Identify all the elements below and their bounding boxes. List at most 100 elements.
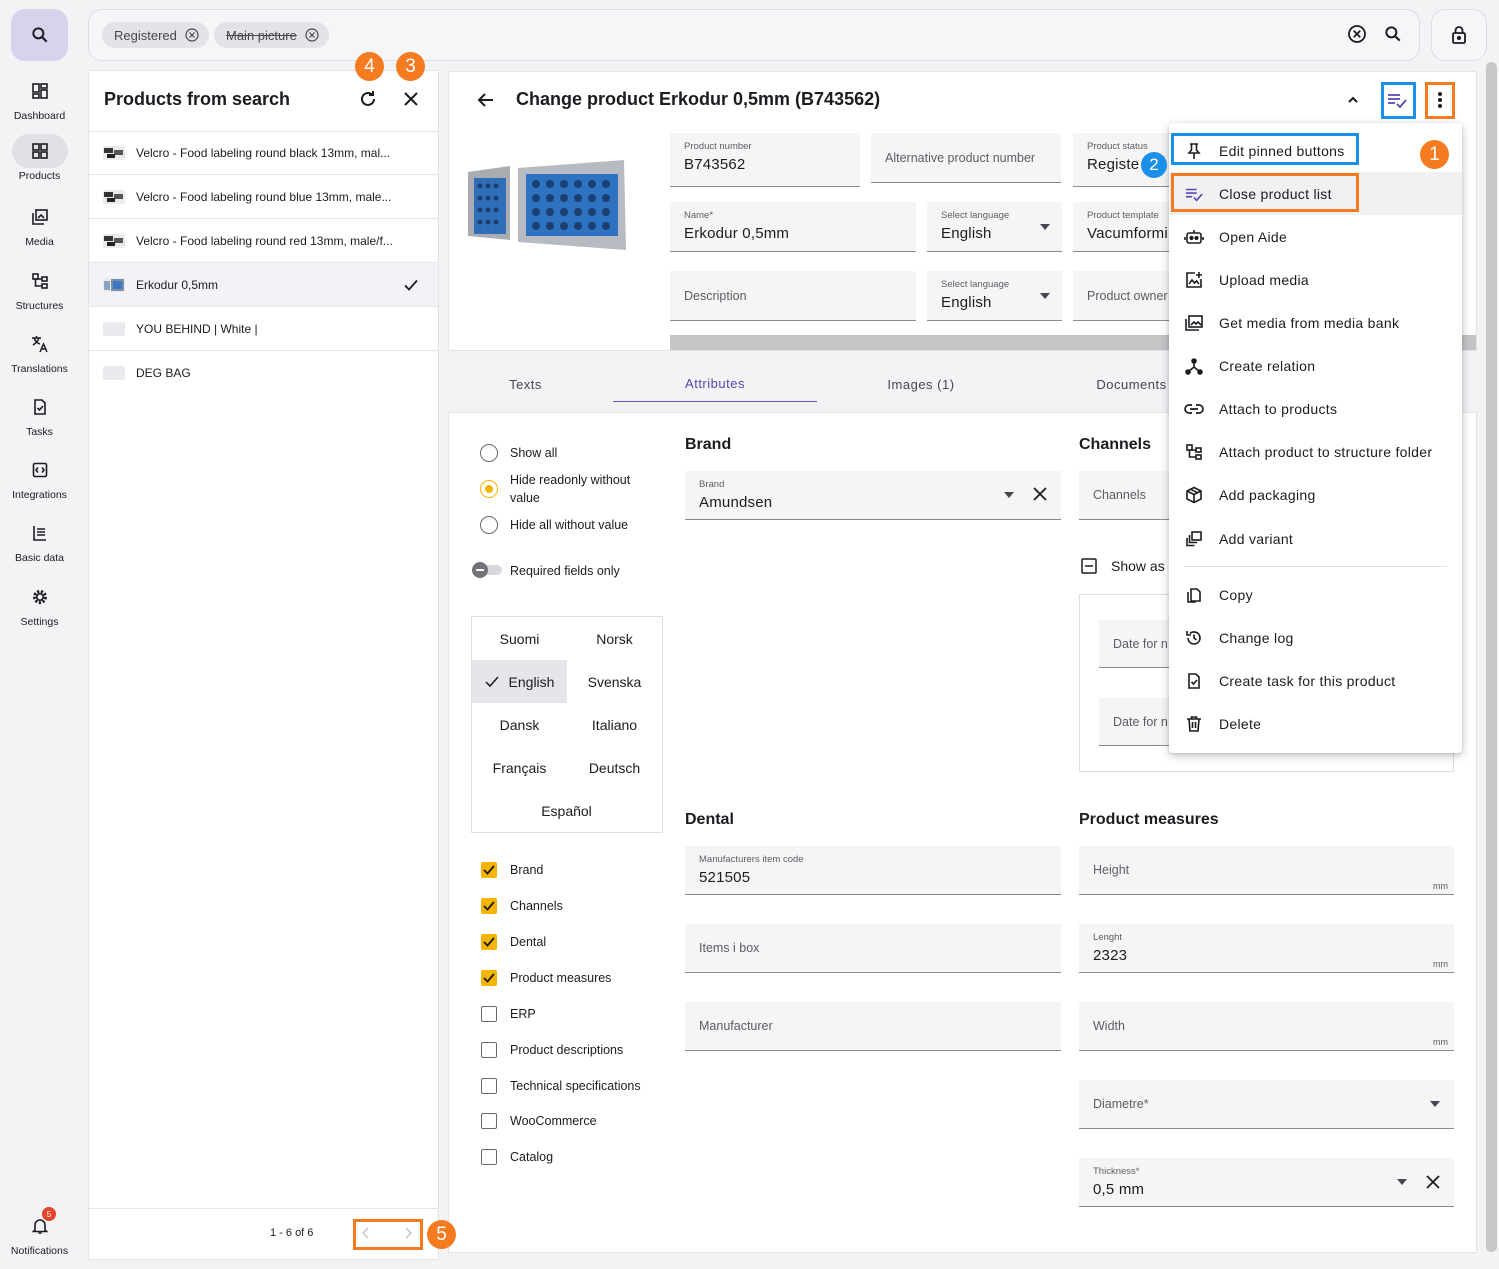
nav-dashboard[interactable]: Dashboard (0, 74, 79, 122)
collapse-button[interactable] (1345, 92, 1361, 108)
language-option[interactable]: Dansk (472, 703, 567, 746)
tab-images[interactable]: Images (1) (818, 366, 1024, 402)
menu-item-label: Get media from media bank (1219, 314, 1400, 331)
nav-notifications[interactable]: Notifications (0, 1209, 79, 1257)
menu-item-open-aide[interactable]: Open Aide (1169, 215, 1462, 258)
checkbox-product-measures[interactable] (481, 970, 497, 986)
checkbox-technical-specifications[interactable] (481, 1078, 497, 1094)
tab-texts[interactable]: Texts (448, 366, 603, 402)
menu-item-delete[interactable]: Delete (1169, 702, 1462, 745)
filter-chip-main-picture[interactable]: Main picture (214, 22, 329, 48)
width-field[interactable]: Width mm (1079, 1002, 1454, 1051)
close-icon (404, 92, 418, 106)
date-field[interactable]: Date for n (1099, 620, 1171, 668)
radio-hide-readonly[interactable] (480, 480, 498, 498)
menu-item-add-packaging[interactable]: Add packaging (1169, 473, 1462, 516)
page-scrollbar[interactable] (1486, 62, 1497, 1252)
rail-search-button[interactable] (11, 9, 68, 61)
list-item[interactable]: Velcro - Food labeling round blue 13mm, … (89, 175, 438, 219)
menu-item-attach-product-to-structure-folder[interactable]: Attach product to structure folder (1169, 430, 1462, 473)
menu-item-get-media-from-media-bank[interactable]: Get media from media bank (1169, 301, 1462, 344)
language-option[interactable]: Svenska (567, 660, 662, 703)
nav-settings[interactable]: Settings (0, 580, 79, 628)
language-option[interactable]: Español (519, 789, 614, 832)
nav-tasks[interactable]: Tasks (0, 390, 79, 438)
radio-show-all[interactable] (480, 444, 498, 462)
menu-item-upload-media[interactable]: Upload media (1169, 258, 1462, 301)
menu-item-label: Add variant (1219, 530, 1294, 547)
menu-item-add-variant[interactable]: Add variant (1169, 517, 1462, 560)
required-fields-toggle[interactable] (472, 562, 502, 578)
close-circle-icon[interactable] (185, 28, 199, 42)
close-icon[interactable] (1426, 1175, 1440, 1189)
field-label: Product status (1087, 141, 1148, 152)
list-item[interactable]: YOU BEHIND | White | (89, 307, 438, 351)
radio-hide-all[interactable] (480, 516, 498, 534)
language-option[interactable]: Suomi (472, 617, 567, 660)
unit-label: mm (1433, 881, 1448, 891)
menu-item-copy[interactable]: Copy (1169, 573, 1462, 616)
manufacturer-field[interactable]: Manufacturer (685, 1002, 1061, 1051)
checkbox-product-descriptions[interactable] (481, 1042, 497, 1058)
diametre-select[interactable]: Diametre* (1079, 1080, 1454, 1129)
manufacturers-item-code-field[interactable]: Manufacturers item code 521505 (685, 846, 1061, 895)
length-field[interactable]: Lenght 2323 mm (1079, 924, 1454, 973)
lock-button[interactable] (1431, 9, 1487, 61)
show-as-toggle[interactable] (1081, 558, 1097, 574)
thickness-select[interactable]: Thickness* 0,5 mm (1079, 1158, 1454, 1207)
menu-item-create-task[interactable]: Create task for this product (1169, 659, 1462, 702)
items-in-box-field[interactable]: Items i box (685, 924, 1061, 973)
checkbox-channels[interactable] (481, 898, 497, 914)
language-select-description[interactable]: Select language English (927, 271, 1062, 321)
product-template-field[interactable]: Product template Vacumformi (1073, 202, 1173, 252)
menu-item-attach-to-products[interactable]: Attach to products (1169, 387, 1462, 430)
nav-basic-data[interactable]: Basic data (0, 516, 79, 564)
checkbox-catalog[interactable] (481, 1149, 497, 1165)
chip-label: Registered (114, 27, 177, 43)
product-owner-field[interactable]: Product owner (1073, 271, 1173, 321)
close-icon[interactable] (1033, 487, 1047, 501)
list-item[interactable]: DEG BAG (89, 351, 438, 395)
language-option[interactable]: Italiano (567, 703, 662, 746)
alternative-product-number-field[interactable]: Alternative product number (871, 133, 1061, 183)
copy-icon (1187, 587, 1201, 603)
relation-icon (1185, 357, 1203, 375)
field-placeholder: Date for n (1113, 636, 1168, 651)
nav-products[interactable]: Products (0, 134, 79, 182)
language-select-name[interactable]: Select language English (927, 202, 1062, 252)
list-item[interactable]: Velcro - Food labeling round red 13mm, m… (89, 219, 438, 263)
nav-media[interactable]: Media (0, 200, 79, 248)
close-list-button[interactable] (401, 89, 421, 109)
language-option-selected[interactable]: English (472, 660, 567, 703)
menu-item-change-log[interactable]: Change log (1169, 616, 1462, 659)
checkbox-erp[interactable] (481, 1006, 497, 1022)
language-option[interactable]: Norsk (567, 617, 662, 660)
check-icon (483, 937, 495, 947)
brand-select[interactable]: Brand Amundsen (685, 471, 1061, 520)
nav-structures[interactable]: Structures (0, 264, 79, 312)
language-option[interactable]: Français (472, 746, 567, 789)
channels-select[interactable]: Channels (1079, 471, 1171, 520)
refresh-button[interactable] (358, 89, 378, 109)
clear-search-button[interactable] (1347, 24, 1367, 44)
checkbox-dental[interactable] (481, 934, 497, 950)
description-field[interactable]: Description (670, 271, 916, 321)
checkbox-brand[interactable] (481, 862, 497, 878)
menu-item-create-relation[interactable]: Create relation (1169, 344, 1462, 387)
tab-attributes[interactable]: Attributes (613, 366, 817, 402)
name-field[interactable]: Name* Erkodur 0,5mm (670, 202, 916, 252)
close-circle-icon[interactable] (305, 28, 319, 42)
nav-translations[interactable]: Translations (0, 327, 79, 375)
list-item[interactable]: Velcro - Food labeling round black 13mm,… (89, 131, 438, 175)
product-image[interactable] (466, 158, 628, 252)
date-field[interactable]: Date for n (1099, 698, 1171, 746)
language-option[interactable]: Deutsch (567, 746, 662, 789)
back-button[interactable] (476, 90, 496, 110)
product-number-field[interactable]: Product number B743562 (670, 133, 860, 187)
nav-integrations[interactable]: Integrations (0, 453, 79, 501)
filter-chip-registered[interactable]: Registered (102, 22, 209, 48)
search-button[interactable] (1383, 24, 1403, 44)
list-item-selected[interactable]: Erkodur 0,5mm (89, 263, 438, 307)
checkbox-woocommerce[interactable] (481, 1113, 497, 1129)
height-field[interactable]: Height mm (1079, 846, 1454, 895)
